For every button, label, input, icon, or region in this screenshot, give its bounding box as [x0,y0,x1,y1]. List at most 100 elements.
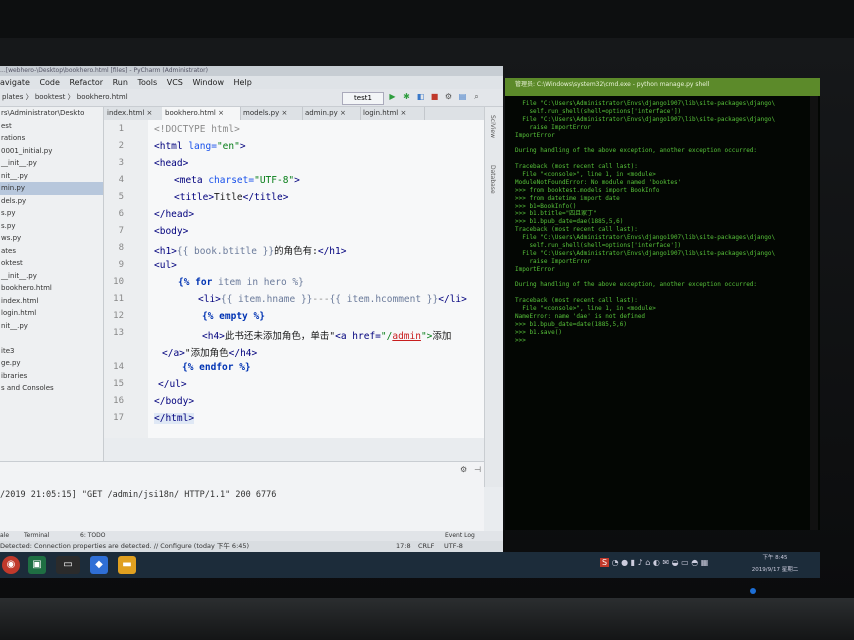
project-tree-item[interactable]: login.html [0,307,103,320]
line-separator[interactable]: CRLF [418,541,434,552]
project-tree-item[interactable]: __init__.py [0,157,103,170]
menu-window[interactable]: Window [192,78,224,87]
pycharm-icon[interactable]: ▣ [28,556,46,574]
terminal-line: File "C:\Users\Administrator\Envs\django… [515,115,776,123]
project-tree-item[interactable]: index.html [0,295,103,308]
project-tree-item[interactable]: ge.py [0,357,103,370]
database-tab[interactable]: Database [489,165,496,194]
settings-icon[interactable]: ⚙ [444,92,453,101]
todo-tab[interactable]: 6: TODO [80,531,105,541]
chrome-icon[interactable]: ◉ [2,556,20,574]
project-tree-item[interactable]: oktest [0,257,103,270]
code-line-10: {% for item in hero %} [178,277,304,288]
code-line-9: <ul> [154,260,177,271]
terminal-line: raise ImportError [515,123,591,131]
project-tree-item[interactable]: s and Consoles [0,382,103,395]
terminal-line: >>> b1.save() [515,328,562,336]
structure-icon[interactable]: ▤ [458,92,467,101]
menu-vcs[interactable]: VCS [167,78,183,87]
run-config-select[interactable]: test1 [342,92,384,105]
status-bar: Detected: Connection properties are dete… [0,541,503,552]
folder-icon[interactable]: ▬ [118,556,136,574]
run-icon[interactable]: ▶ [388,92,397,101]
code-line-13-wrap: </a>"添加角色</h4> [162,348,258,359]
menu-tools[interactable]: Tools [137,78,157,87]
project-tree-item[interactable]: rs\Administrator\Deskto [0,107,103,120]
debug-icon[interactable]: ✱ [402,92,411,101]
project-tree-item[interactable]: __init__.py [0,270,103,283]
tab-index-html[interactable]: index.html × [104,107,163,120]
line-gutter: 1 2 3 4 5 6 7 8 9 10 11 12 13 14 15 16 17 [104,120,149,438]
menu-help[interactable]: Help [234,78,252,87]
project-tree-item[interactable]: ates [0,245,103,258]
terminal-line: File "C:\Users\Administrator\Envs\django… [515,100,776,107]
bottom-tool-tabs: ale Terminal 6: TODO Event Log [0,531,503,541]
menu-code[interactable]: Code [39,78,59,87]
run-hide-icon[interactable]: ⊣ [474,465,481,474]
ime-icon[interactable]: S [600,558,610,567]
tab-login-html[interactable]: login.html × [360,107,425,120]
terminal-line: >>> b1.bpub_date=date(1885,5,6) [515,320,627,328]
run-settings-icon[interactable]: ⚙ [460,465,467,474]
code-line-12: {% empty %} [202,311,265,322]
terminal-tab[interactable]: Terminal [24,531,49,541]
browser-icon[interactable]: ◆ [90,556,108,574]
project-tree-item[interactable]: s.py [0,207,103,220]
project-tree-item[interactable]: ibraries [0,370,103,383]
cmd-icon[interactable]: ▭ [56,556,80,574]
project-tree-item[interactable]: rations [0,132,103,145]
project-tree-item[interactable]: min.py [0,182,103,195]
menu-navigate[interactable]: avigate [0,78,30,87]
project-tree-item[interactable]: ws.py [0,232,103,245]
console-tab[interactable]: ale [0,531,9,541]
menu-refactor[interactable]: Refactor [69,78,103,87]
tray-icons[interactable]: ◔ ● ▮ ♪ ⌂ ◐ ✉ ◒ ▭ ◓ ▦ [612,558,709,567]
stop-icon[interactable]: ■ [430,92,439,101]
terminal-line: ImportError [515,265,555,273]
tab-models-py[interactable]: models.py × [240,107,303,120]
cmd-window[interactable]: 管理员: C:\Windows\system32\cmd.exe - pytho… [505,78,820,530]
tab-admin-py[interactable]: admin.py × [302,107,361,120]
project-tree-item[interactable]: dels.py [0,195,103,208]
line-number: 16 [113,396,124,406]
terminal-line: raise ImportError [515,257,591,265]
terminal-line: Traceback (most recent call last): [515,226,638,234]
menu-run[interactable]: Run [113,78,128,87]
cursor-position[interactable]: 17:8 [396,541,411,552]
event-log-tab[interactable]: Event Log [445,531,475,541]
status-message[interactable]: Detected: Connection properties are dete… [0,541,249,552]
line-number: 2 [118,141,124,151]
project-tree-item[interactable]: 0001_initial.py [0,145,103,158]
project-tree-item[interactable] [0,332,103,345]
code-line-13: <h4>此书还未添加角色，单击"<a href="/admin">添加 [202,331,452,342]
search-icon[interactable]: ⌕ [472,92,481,101]
terminal-line: >>> b1.btitle="四且家丁" [515,210,597,218]
sciview-tab[interactable]: SciView [489,115,496,138]
project-tree-item[interactable]: nit__.py [0,320,103,333]
system-tray: S ◔ ● ▮ ♪ ⌂ ◐ ✉ ◒ ▭ ◓ ▦ [600,558,708,567]
project-tree-item[interactable]: est [0,120,103,133]
terminal-line: File "C:\Users\Administrator\Envs\django… [515,234,776,242]
project-tree-item[interactable]: s.py [0,220,103,233]
terminal-line: File "<console>", line 1, in <module> [515,171,656,179]
terminal-line: ImportError [515,131,555,139]
line-number: 1 [118,124,124,134]
project-tree-item[interactable]: ite3 [0,345,103,358]
line-number: 13 [113,328,124,338]
code-line-8: <h1>{{ book.btitle }}的角色有:</h1> [154,246,347,257]
file-encoding[interactable]: UTF-8 [444,541,463,552]
line-number: 15 [113,379,124,389]
taskbar-clock[interactable]: 下午 8:45 2019/9/17 星期二 [740,552,810,578]
run-output-line: /2019 21:05:15] "GET /admin/jsi18n/ HTTP… [0,490,277,500]
coverage-icon[interactable]: ◧ [416,92,425,101]
terminal-output: File "C:\Users\Administrator\Envs\django… [515,100,815,345]
project-tree-item[interactable]: bookhero.html [0,282,103,295]
terminal-line: Traceback (most recent call last): [515,163,638,171]
right-tool-strip: SciView Database [484,107,503,487]
terminal-scrollbar[interactable] [810,96,818,530]
code-editor[interactable]: <!DOCTYPE html> <html lang="en"> <head> … [148,120,484,438]
project-tree-item[interactable]: nit__.py [0,170,103,183]
breadcrumb[interactable]: plates 〉 booktest 〉 bookhero.html [0,89,342,106]
